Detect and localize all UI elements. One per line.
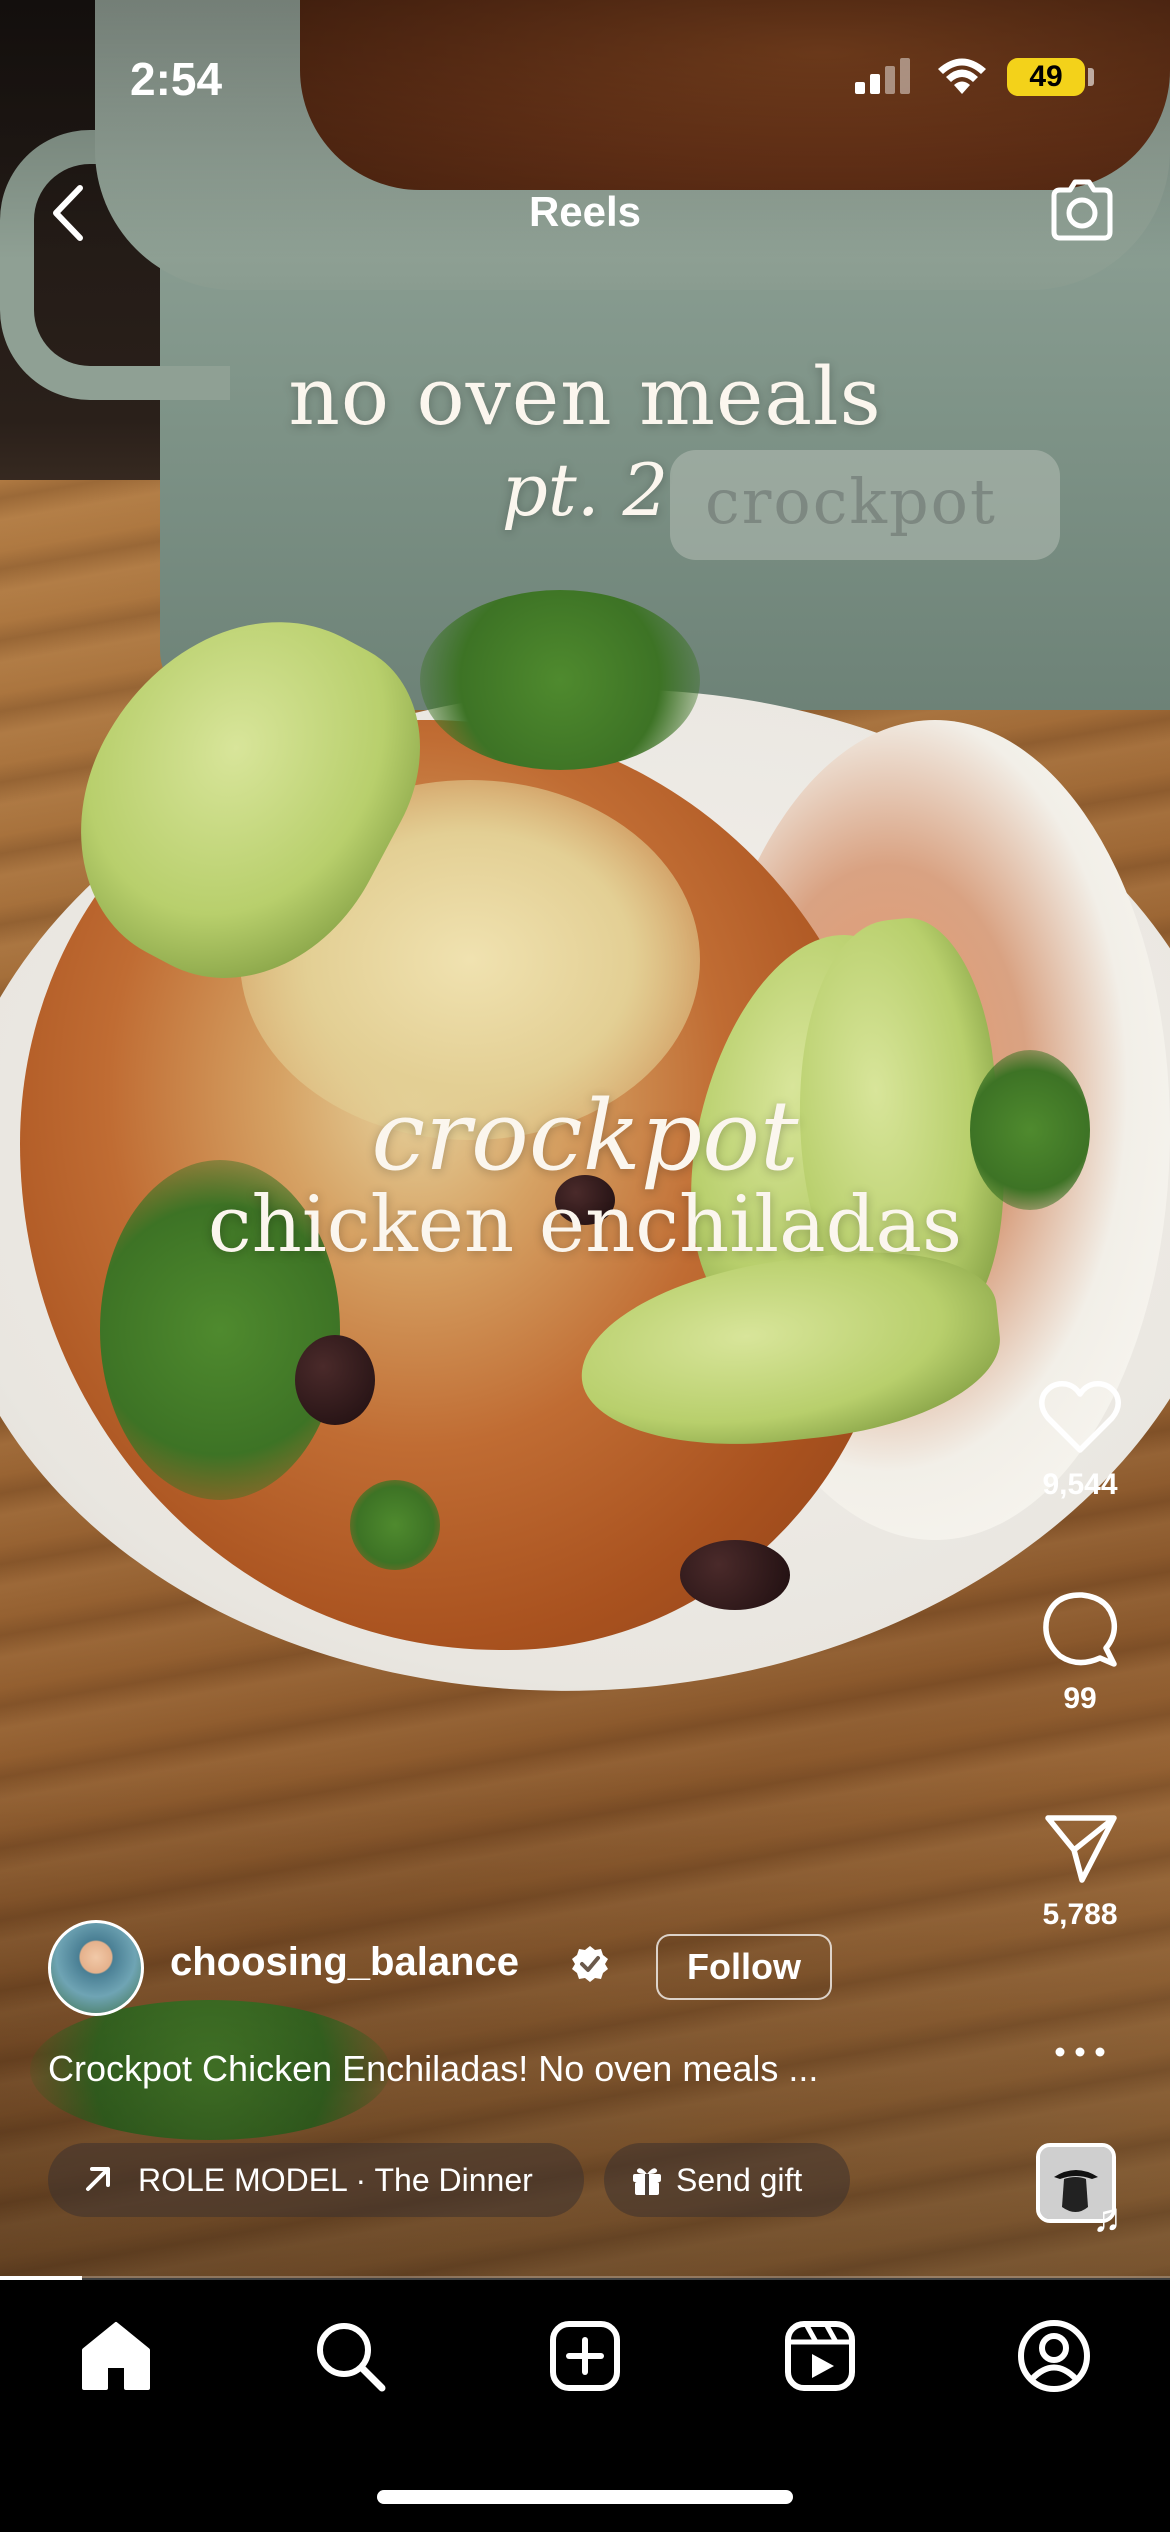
follow-button[interactable]: Follow	[656, 1934, 832, 2000]
cilantro	[350, 1480, 440, 1570]
camera-icon[interactable]	[1046, 176, 1118, 244]
comment-action[interactable]: 99	[1020, 1590, 1140, 1716]
username[interactable]: choosing_balance	[170, 1940, 519, 1985]
search-icon[interactable]	[310, 2316, 390, 2396]
battery-tip	[1088, 68, 1094, 86]
avatar[interactable]	[48, 1920, 144, 2016]
verified-badge-icon	[572, 1946, 608, 1982]
reels-header: Reels	[0, 160, 1170, 270]
gift-icon	[633, 2168, 661, 2195]
battery-level: 49	[1007, 58, 1085, 96]
send-gift-label: Send gift	[676, 2162, 803, 2198]
black-bean	[295, 1335, 375, 1425]
profile-icon[interactable]	[1014, 2316, 1094, 2396]
status-bar: 2:54 49	[0, 0, 1170, 150]
audio-chip-label: ROLE MODEL · The Dinner	[138, 2162, 533, 2198]
create-icon[interactable]	[545, 2316, 625, 2396]
black-bean	[680, 1540, 790, 1610]
overlay-text-line3: crockpot	[371, 1080, 799, 1192]
share-action[interactable]: 5,788	[1020, 1810, 1140, 1932]
audio-chip[interactable]: ROLE MODEL · The Dinner	[48, 2143, 584, 2217]
cilantro	[420, 590, 700, 770]
send-gift-chip[interactable]: Send gift	[604, 2143, 850, 2217]
heart-icon[interactable]	[1038, 1380, 1122, 1456]
home-indicator	[377, 2490, 793, 2504]
reels-icon[interactable]	[780, 2316, 860, 2396]
home-icon[interactable]	[76, 2316, 156, 2396]
overlay-text-line1: no oven meals	[288, 350, 882, 443]
share-count: 5,788	[1042, 1898, 1118, 1931]
page-title: Reels	[528, 188, 642, 235]
music-note-icon: ♫	[1092, 2196, 1122, 2240]
author-row: choosing_balance Follow	[48, 1920, 948, 2020]
comment-icon[interactable]	[1040, 1590, 1120, 1670]
caption[interactable]: Crockpot Chicken Enchiladas! No oven mea…	[48, 2048, 968, 2090]
more-horizontal-icon[interactable]	[1052, 2040, 1108, 2064]
like-count: 9,544	[1042, 1468, 1118, 1501]
wifi-icon	[938, 58, 986, 94]
like-action[interactable]: 9,544	[1020, 1380, 1140, 1502]
status-time: 2:54	[130, 53, 223, 105]
bottom-nav	[0, 2280, 1170, 2532]
send-icon[interactable]	[1040, 1810, 1120, 1886]
comment-count: 99	[1063, 1682, 1097, 1715]
arrow-up-right-icon	[86, 2167, 110, 2191]
overlay-text-line2: pt. 2	[501, 448, 669, 532]
cellular-signal-icon	[855, 58, 915, 94]
overlay-text-line4: chicken enchiladas	[207, 1180, 963, 1270]
